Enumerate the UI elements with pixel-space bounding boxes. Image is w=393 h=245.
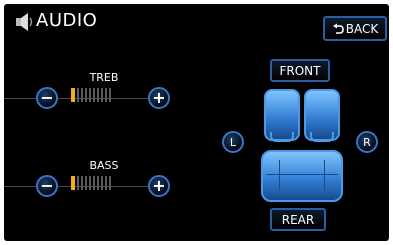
treble-level-segment [77, 88, 79, 102]
bass-level-segment [93, 176, 95, 190]
treble-label: TREB [89, 71, 119, 84]
left-balance-button[interactable]: L [222, 131, 244, 153]
treble-plus-button[interactable]: + [148, 87, 170, 109]
bass-level-segment [81, 176, 83, 190]
bass-minus-button[interactable]: − [36, 175, 58, 197]
bass-level-segment [109, 176, 111, 190]
rear-button[interactable]: REAR [270, 208, 326, 231]
bass-level-segment [105, 176, 107, 190]
treble-level-meter [71, 88, 111, 102]
bass-level-segment [101, 176, 103, 190]
bass-label: BASS [89, 159, 119, 172]
treble-level-segment [101, 88, 103, 102]
bass-level-segment [71, 176, 75, 190]
treble-level-segment [105, 88, 107, 102]
bass-plus-button[interactable]: + [148, 175, 170, 197]
treble-level-segment [85, 88, 87, 102]
treble-level-segment [71, 88, 75, 102]
back-label: BACK [345, 21, 379, 36]
rear-seat-crease [266, 174, 338, 175]
bass-level-segment [77, 176, 79, 190]
treble-level-segment [97, 88, 99, 102]
page-title: AUDIO [36, 10, 98, 31]
rear-seat-divider-left [279, 160, 280, 190]
front-left-seat-base [270, 132, 294, 142]
bass-level-segment [85, 176, 87, 190]
return-arrow-icon [332, 23, 344, 35]
bass-level-segment [97, 176, 99, 190]
back-button[interactable]: BACK [323, 16, 387, 41]
rear-seat-divider-right [324, 160, 325, 190]
treble-level-segment [93, 88, 95, 102]
speaker-icon [13, 11, 35, 33]
audio-screen: AUDIO BACK TREB − + BASS − + FRONT REAR … [4, 4, 389, 241]
bass-level-meter [71, 176, 111, 190]
right-balance-button[interactable]: R [356, 131, 378, 153]
rear-bench-seat-icon [261, 150, 343, 202]
treble-level-segment [81, 88, 83, 102]
treble-minus-button[interactable]: − [36, 87, 58, 109]
front-button[interactable]: FRONT [270, 59, 330, 82]
front-right-seat-base [310, 132, 334, 142]
treble-level-segment [109, 88, 111, 102]
bass-level-segment [89, 176, 91, 190]
treble-level-segment [89, 88, 91, 102]
